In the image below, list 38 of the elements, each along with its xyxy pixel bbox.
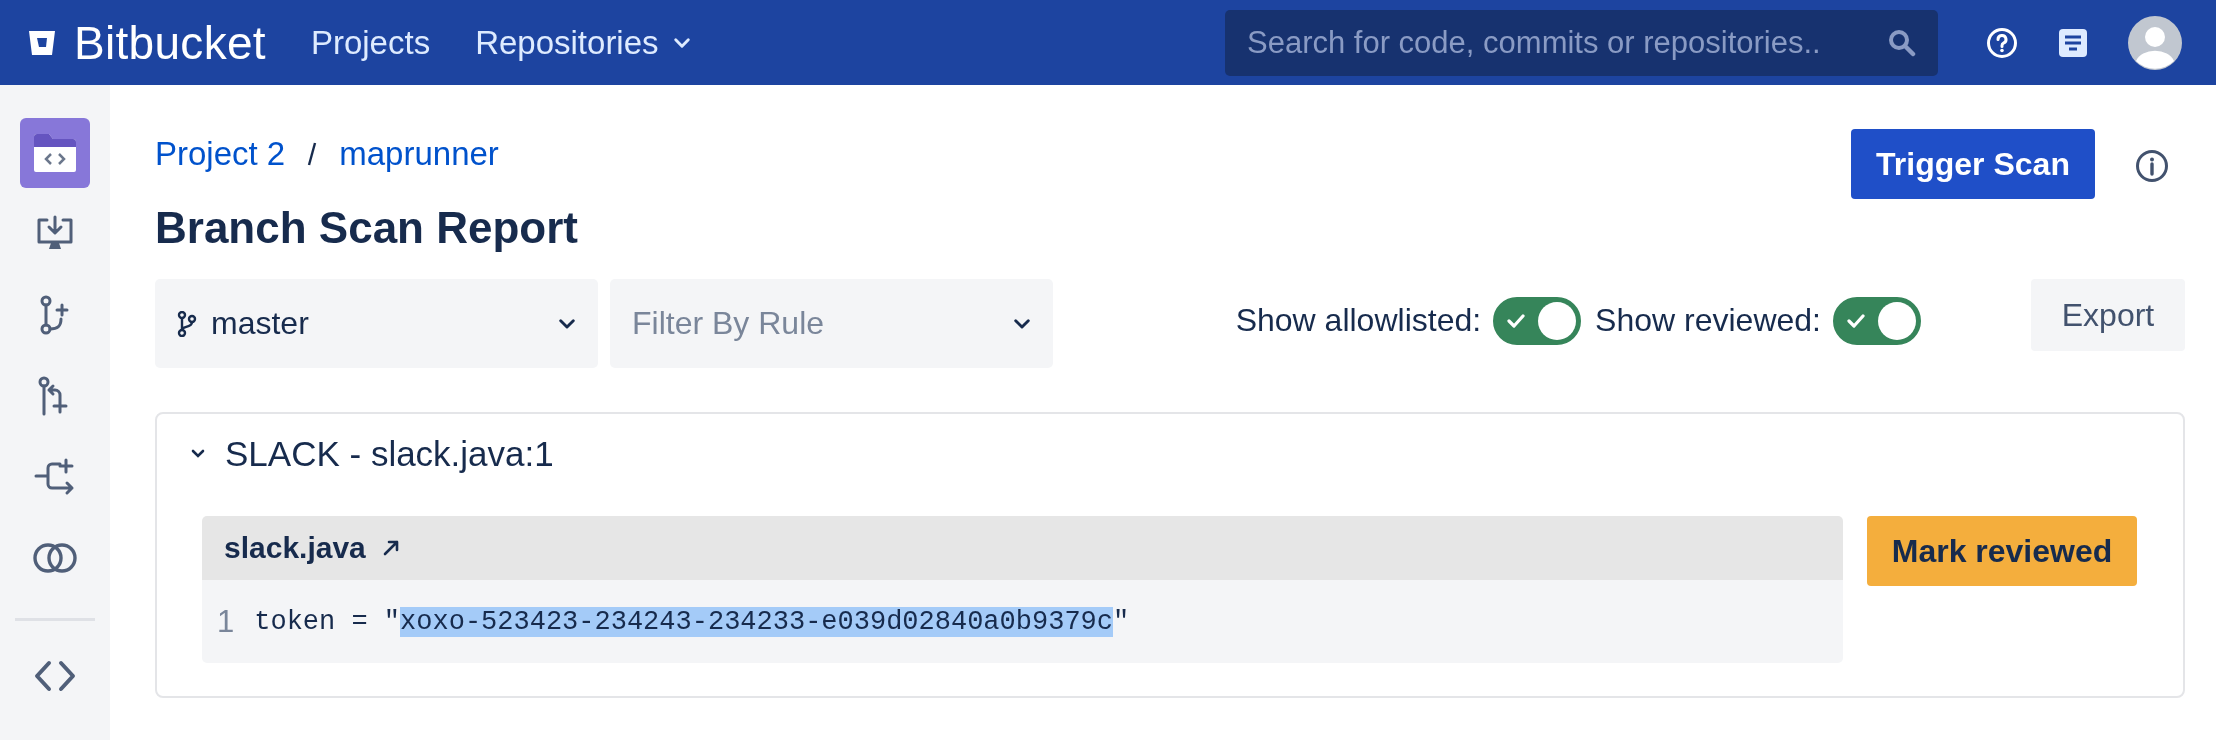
toggle-switch[interactable] [1833, 296, 1921, 345]
line-number: 1 [217, 603, 235, 640]
export-button[interactable]: Export [2031, 279, 2185, 351]
toggle-label: Show reviewed: [1595, 302, 1821, 339]
search-field[interactable]: Search for code, commits or repositories.. [1225, 9, 1938, 76]
toggle-label: Show allowlisted: [1235, 302, 1482, 339]
trigger-scan-button[interactable]: Trigger Scan [1851, 129, 2095, 199]
nav-link[interactable]: Projects [310, 23, 431, 62]
info-icon[interactable] [2135, 149, 2169, 183]
branch-add-icon[interactable] [39, 295, 71, 335]
search-icon [1888, 28, 1916, 57]
bucket-logo-icon [28, 29, 56, 56]
finding-title: SLACK - slack.java:1 [225, 434, 554, 474]
chevron-icon[interactable] [191, 449, 205, 459]
external-link-icon[interactable] [381, 539, 400, 557]
breadcrumb-link[interactable]: maprunner [339, 135, 499, 173]
mark-reviewed-button[interactable]: Mark reviewed [1867, 516, 2137, 586]
product-name: Bitbucket [74, 15, 266, 70]
folder-code-icon [32, 133, 78, 173]
breadcrumb-link[interactable]: Project 2 [155, 135, 286, 173]
sidebar-item[interactable] [20, 118, 90, 188]
toggle-switch[interactable] [1493, 296, 1582, 345]
chevron-down-icon [1013, 317, 1031, 330]
checkmark-icon [1847, 312, 1865, 329]
page-title: Branch Scan Report [155, 203, 578, 253]
slash-separator-icon [307, 142, 318, 166]
notes-icon[interactable] [2058, 27, 2088, 58]
code-icon[interactable] [34, 659, 76, 693]
nav-link[interactable]: Repositories [475, 23, 691, 62]
checkmark-icon [1507, 312, 1526, 329]
help-icon[interactable] [1986, 26, 2018, 59]
fork-add-icon[interactable] [34, 458, 76, 496]
file-link[interactable]: slack.java [224, 531, 366, 565]
avatar[interactable] [2128, 15, 2182, 70]
chevron-down-icon [558, 317, 576, 330]
overlapping-circles-icon[interactable] [32, 541, 78, 575]
branch-dropdown[interactable]: master [155, 279, 598, 368]
branch-icon [177, 310, 197, 337]
